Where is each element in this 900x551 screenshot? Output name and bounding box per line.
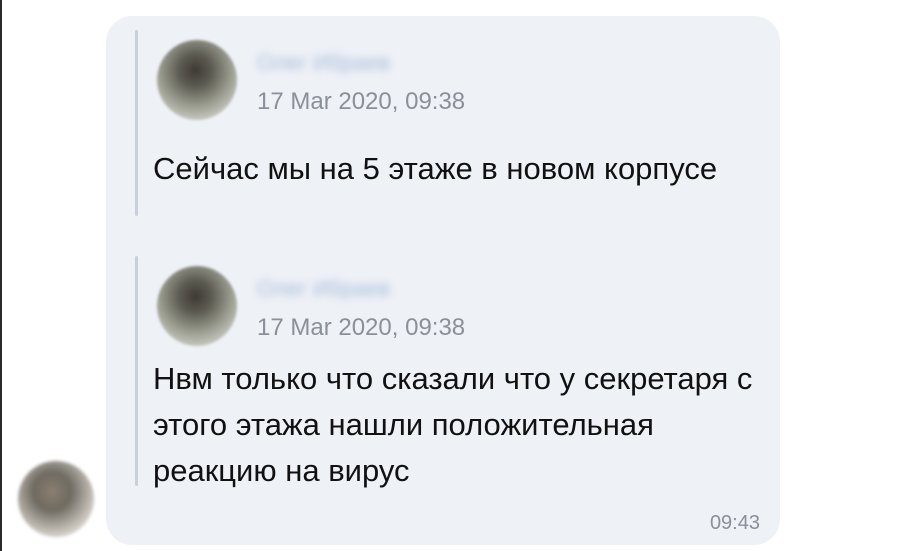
author-name[interactable]: Олег Ибраев (257, 276, 390, 304)
message-time: 09:43 (709, 512, 760, 534)
quote-bar (135, 30, 138, 216)
quote-bar (135, 256, 138, 486)
page-edge-divider (0, 0, 2, 551)
forwarded-timestamp: 17 Mar 2020, 09:38 (257, 88, 466, 115)
forwarded-timestamp: 17 Mar 2020, 09:38 (257, 314, 466, 341)
message-text: Нвм только что сказали что у секретаря с… (153, 361, 753, 488)
author-avatar[interactable] (157, 40, 237, 120)
message-text: Сейчас мы на 5 этаже в новом корпусе (153, 151, 718, 186)
sender-avatar[interactable] (18, 461, 94, 537)
author-name[interactable]: Олег Ибраев (257, 50, 390, 78)
author-avatar[interactable] (157, 266, 237, 346)
